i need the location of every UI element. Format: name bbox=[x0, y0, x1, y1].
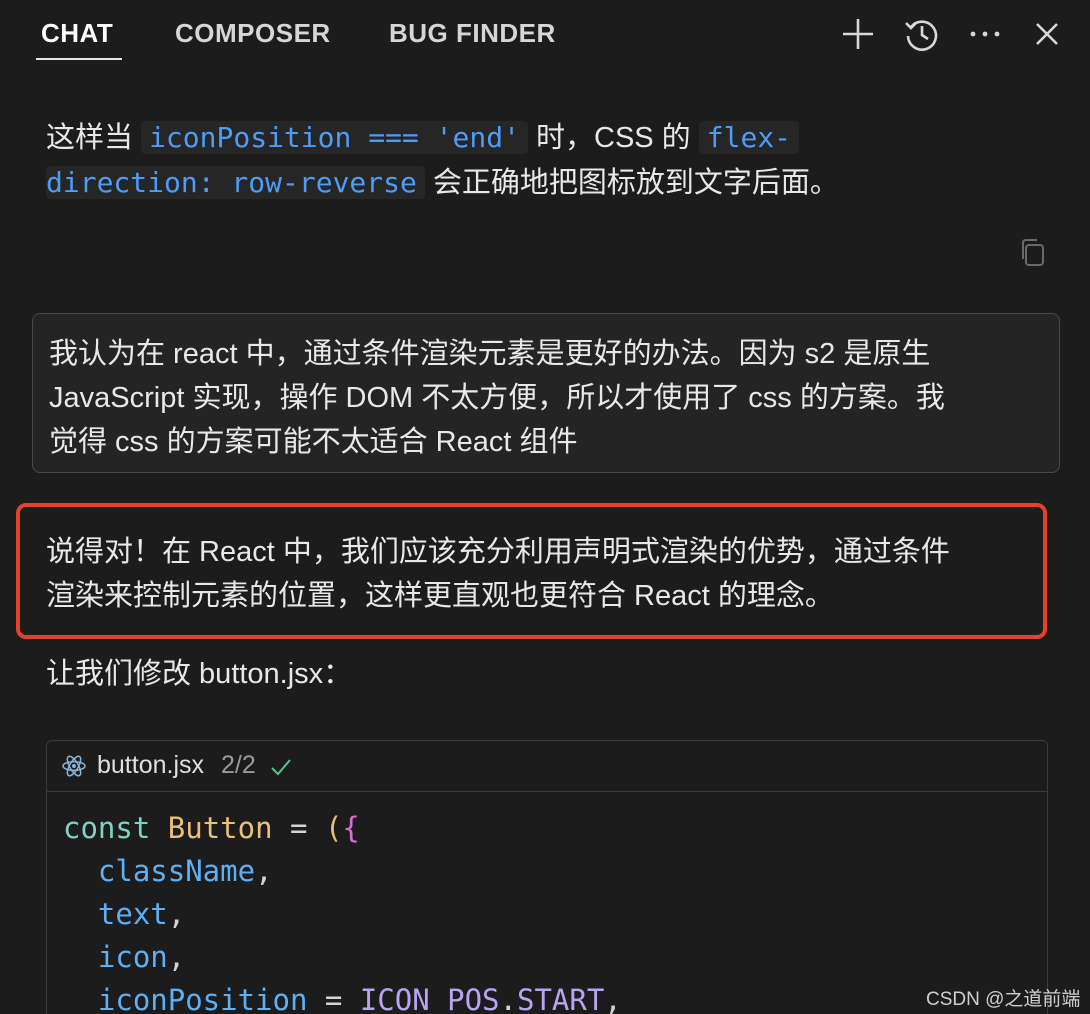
tab-chat[interactable]: CHAT bbox=[41, 18, 113, 52]
copy-icon[interactable] bbox=[1016, 236, 1050, 270]
code-token: START bbox=[516, 983, 605, 1014]
text-segment: 时，CSS 的 bbox=[527, 122, 699, 154]
inline-code: iconPosition === 'end' bbox=[141, 121, 528, 154]
user-message-text: 我认为在 react 中，通过条件渲染元素是更好的办法。因为 s2 是原生 Ja… bbox=[49, 332, 1039, 464]
code-line: text, bbox=[63, 893, 622, 936]
code-token: text bbox=[97, 897, 168, 931]
code-file-name[interactable]: button.jsx bbox=[97, 751, 204, 780]
user-message: 我认为在 react 中，通过条件渲染元素是更好的办法。因为 s2 是原生 Ja… bbox=[32, 313, 1060, 473]
tab-composer[interactable]: COMPOSER bbox=[175, 18, 331, 52]
plus-icon[interactable] bbox=[838, 14, 878, 54]
watermark: CSDN @之道前端 bbox=[926, 989, 1081, 1010]
code-token: = bbox=[272, 811, 325, 845]
code-block: button.jsx 2/2 const Button = ({ classNa… bbox=[46, 740, 1048, 1014]
code-line: const Button = ({ bbox=[63, 807, 622, 850]
code-line: icon, bbox=[63, 936, 622, 979]
code-line: className, bbox=[63, 850, 622, 893]
code-line: iconPosition = ICON_POS.START, bbox=[63, 979, 622, 1014]
inline-code: flex- bbox=[698, 121, 800, 154]
user-message-line: 我认为在 react 中，通过条件渲染元素是更好的办法。因为 s2 是原生 bbox=[49, 338, 931, 370]
assistant-message-prev-line2: direction: row-reverse 会正确地把图标放到文字后面。 bbox=[46, 160, 839, 206]
assistant-reply: 说得对！在 React 中，我们应该充分利用声明式渲染的优势，通过条件 渲染来控… bbox=[46, 530, 1036, 618]
close-icon[interactable] bbox=[1027, 14, 1067, 54]
user-message-line: JavaScript 实现，操作 DOM 不太方便，所以才使用了 css 的方案… bbox=[49, 382, 945, 414]
code-version-count: 2/2 bbox=[221, 751, 256, 779]
code-token: , bbox=[167, 897, 186, 931]
assistant-reply-line: 说得对！在 React 中，我们应该充分利用声明式渲染的优势，通过条件 bbox=[46, 536, 950, 568]
user-message-line: 觉得 css 的方案可能不太适合 React 组件 bbox=[49, 426, 578, 458]
chat-panel: CHAT COMPOSER BUG FINDER 这样当 iconPositio… bbox=[0, 0, 1090, 1014]
active-tab-indicator bbox=[36, 58, 122, 60]
code-token: Button bbox=[167, 811, 273, 845]
react-icon bbox=[61, 753, 87, 779]
tab-bar: CHAT COMPOSER BUG FINDER bbox=[0, 0, 1090, 70]
more-icon[interactable] bbox=[965, 14, 1005, 54]
code-token: className bbox=[97, 854, 256, 888]
code-token: . bbox=[499, 983, 517, 1014]
code-token: = bbox=[307, 983, 360, 1014]
code-token: iconPosition bbox=[97, 983, 308, 1014]
assistant-reply-line: 渲染来控制元素的位置，这样更直观也更符合 React 的理念。 bbox=[46, 580, 834, 612]
code-token: ICON_POS bbox=[359, 983, 500, 1014]
tab-bug-finder[interactable]: BUG FINDER bbox=[389, 18, 556, 52]
code-token: , bbox=[167, 940, 186, 974]
code-token: ( bbox=[324, 811, 343, 845]
inline-code: direction: row-reverse bbox=[46, 166, 425, 199]
code-token: const bbox=[63, 811, 151, 845]
check-icon bbox=[269, 755, 293, 779]
assistant-message-prev-line1: 这样当 iconPosition === 'end' 时，CSS 的 flex- bbox=[46, 115, 800, 161]
code-token: , bbox=[255, 854, 273, 888]
text-segment: 会正确地把图标放到文字后面。 bbox=[424, 167, 839, 199]
code-token: , bbox=[604, 983, 622, 1014]
history-icon[interactable] bbox=[902, 14, 942, 54]
code-token: icon bbox=[97, 940, 168, 974]
code-content: const Button = ({ className, text, icon,… bbox=[63, 807, 622, 1014]
code-block-header: button.jsx 2/2 bbox=[47, 741, 1047, 792]
text-segment: 这样当 bbox=[46, 122, 142, 154]
code-token: { bbox=[342, 811, 360, 845]
assistant-reply-lead: 让我们修改 button.jsx： bbox=[46, 658, 353, 690]
